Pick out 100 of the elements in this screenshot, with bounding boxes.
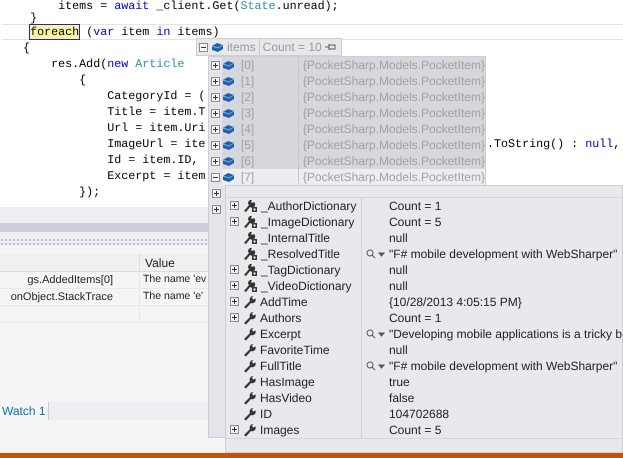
- expand-icon[interactable]: [212, 188, 221, 198]
- member-value: "F# mobile development with WebSharper": [389, 246, 618, 263]
- expand-icon[interactable]: [230, 217, 239, 226]
- expand-icon[interactable]: [230, 297, 239, 306]
- magnifier-dropdown-icon[interactable]: [366, 328, 385, 339]
- expand-icon[interactable]: [210, 108, 220, 118]
- datatip-row[interactable]: [2] {PocketSharp.Models.PocketItem}: [222, 89, 485, 105]
- code-token: }: [30, 11, 38, 25]
- code-token: null: [585, 137, 614, 151]
- object-icon: [222, 76, 235, 86]
- datatip-row[interactable]: [0] {PocketSharp.Models.PocketItem}: [222, 57, 485, 73]
- wrench-lock-icon: [243, 262, 258, 277]
- expand-icon[interactable]: [230, 281, 239, 290]
- code-token: .ToString() :: [487, 137, 580, 151]
- wrench-icon: [243, 406, 257, 421]
- expand-icon[interactable]: [212, 204, 221, 214]
- code-token: items =: [58, 0, 108, 13]
- member-value: Count = 5: [389, 422, 442, 439]
- magnifier-dropdown-icon[interactable]: [366, 360, 385, 371]
- wrench-icon: [243, 310, 257, 325]
- expand-icon[interactable]: [230, 313, 239, 322]
- expand-icon[interactable]: [230, 265, 239, 274]
- code-token: Excerpt = item: [107, 169, 206, 183]
- member-name: FullTitle: [260, 358, 302, 375]
- datatip-row[interactable]: [6] {PocketSharp.Models.PocketItem}: [222, 153, 485, 169]
- watch-tab[interactable]: Watch 1: [0, 402, 49, 420]
- member-value: null: [389, 278, 408, 295]
- wrench-icon: [243, 390, 257, 405]
- code-token: State: [240, 0, 276, 13]
- expand-icon[interactable]: [210, 92, 220, 102]
- wrench-lock-icon: [243, 198, 258, 213]
- member-name: _ImageDictionary: [261, 214, 354, 231]
- code-token: _client.Get(: [156, 0, 240, 13]
- member-value: null: [389, 262, 408, 279]
- code-token: in: [156, 25, 170, 39]
- member-value: 104702688: [389, 406, 450, 423]
- code-token: ,: [613, 137, 620, 151]
- item-value: {PocketSharp.Models.PocketItem}: [302, 137, 485, 154]
- magnifier-dropdown-icon[interactable]: [366, 248, 385, 259]
- code-token: CategoryId = (: [107, 89, 206, 103]
- wrench-lock-icon: [243, 230, 258, 245]
- code-token: {: [79, 73, 86, 87]
- wrench-lock-icon: [243, 214, 258, 229]
- column-header[interactable]: Value: [140, 254, 175, 271]
- datatip-row[interactable]: [1] {PocketSharp.Models.PocketItem}: [222, 73, 485, 89]
- code-token: new: [107, 57, 128, 71]
- member-name: Excerpt: [260, 326, 301, 343]
- current-statement: foreach: [30, 25, 80, 39]
- member-name: Images: [260, 422, 300, 439]
- datatip-row[interactable]: [4] {PocketSharp.Models.PocketItem}: [222, 121, 485, 137]
- member-value: false: [389, 390, 414, 407]
- table-cell-text: The name 'e': [142, 289, 204, 304]
- object-icon: [222, 124, 235, 134]
- code-token: Url = item.Uri: [107, 121, 206, 135]
- code-token: Article: [135, 57, 184, 71]
- code-token: var: [93, 25, 114, 39]
- code-token: ImageUrl = ite: [107, 137, 206, 151]
- expand-icon[interactable]: [210, 124, 220, 134]
- collapse-icon[interactable]: [199, 42, 208, 52]
- code-token: {: [23, 41, 30, 55]
- object-icon: [222, 140, 235, 150]
- object-icon: [222, 60, 235, 70]
- item-value: {PocketSharp.Models.PocketItem}: [302, 89, 485, 106]
- item-value: {PocketSharp.Models.PocketItem}: [302, 153, 485, 170]
- object-icon: [222, 172, 235, 182]
- expand-icon[interactable]: [210, 60, 220, 70]
- table-cell-text: gs.AddedItems[0]: [27, 273, 114, 288]
- wrench-lock-icon: [243, 246, 258, 261]
- expand-icon[interactable]: [230, 425, 239, 434]
- expand-icon[interactable]: [210, 140, 220, 150]
- object-icon: [222, 156, 235, 166]
- table-cell-text: The name 'ev: [142, 272, 206, 288]
- item-value: {PocketSharp.Models.PocketItem}: [302, 105, 485, 122]
- code-token: .unread);: [276, 0, 339, 13]
- datatip-row[interactable]: [5] {PocketSharp.Models.PocketItem}: [222, 137, 485, 153]
- member-name: HasImage: [260, 374, 315, 391]
- object-icon: [211, 42, 224, 52]
- datatip-row[interactable]: [7] {PocketSharp.Models.PocketItem}: [222, 169, 485, 185]
- member-value: Count = 5: [389, 214, 442, 231]
- datatip-row[interactable]: [3] {PocketSharp.Models.PocketItem}: [222, 105, 485, 121]
- code-token: (: [86, 25, 94, 39]
- item-value: {PocketSharp.Models.PocketItem}: [302, 169, 485, 186]
- item-value: {PocketSharp.Models.PocketItem}: [302, 73, 485, 90]
- code-token: items): [177, 25, 220, 39]
- expand-icon[interactable]: [210, 76, 220, 86]
- collapse-icon[interactable]: [210, 172, 220, 182]
- expand-icon[interactable]: [230, 201, 239, 210]
- member-name: ID: [260, 406, 272, 423]
- member-value: null: [389, 342, 408, 359]
- expand-icon[interactable]: [210, 156, 220, 166]
- pin-icon[interactable]: [324, 43, 337, 51]
- item-value: {PocketSharp.Models.PocketItem}: [302, 121, 485, 138]
- variable-value: Count = 10: [262, 39, 322, 56]
- member-name: _AuthorDictionary: [261, 198, 356, 215]
- member-name: Authors: [260, 310, 302, 327]
- member-value: "Developing mobile applications is a tricky b: [388, 326, 622, 343]
- code-token: res.Add(: [51, 57, 108, 71]
- wrench-icon: [243, 358, 257, 373]
- object-icon: [222, 108, 235, 118]
- code-token: Id = item.ID,: [107, 153, 198, 167]
